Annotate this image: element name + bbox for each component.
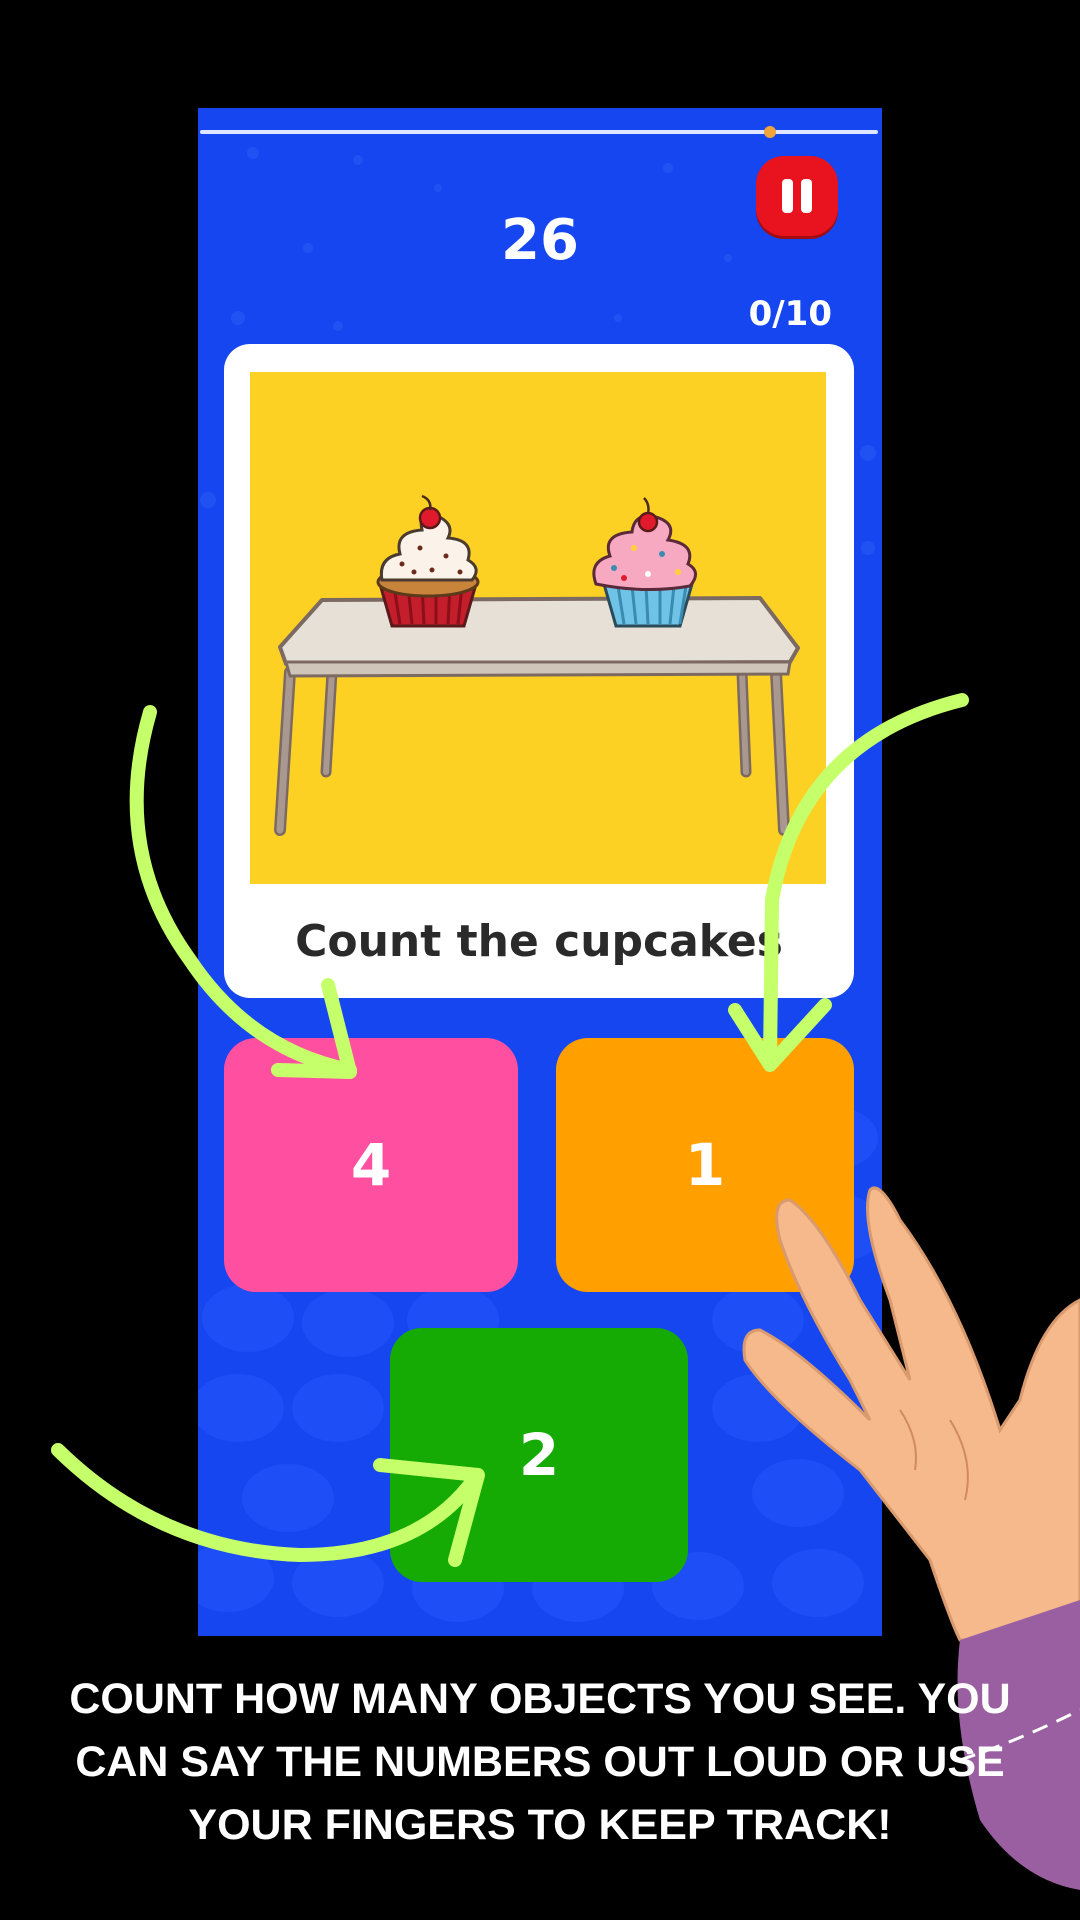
question-card: Count the cupcakes	[224, 344, 854, 998]
answer-label: 1	[684, 1131, 726, 1199]
instruction-caption: COUNT HOW MANY OBJECTS YOU SEE. YOU CAN …	[69, 1675, 1011, 1849]
promo-canvas: 26 0/10 Count the cupcakes 4 1 2 COUNT H…	[0, 0, 1080, 1920]
answer-option-b[interactable]: 1	[556, 1038, 854, 1292]
level-progress-bar	[200, 126, 878, 138]
answer-label: 4	[350, 1131, 392, 1199]
countdown-timer: 26	[501, 208, 579, 273]
answer-label: 2	[518, 1421, 560, 1489]
question-illustration	[250, 372, 826, 884]
answer-option-a[interactable]: 4	[224, 1038, 518, 1292]
question-prompt: Count the cupcakes	[295, 916, 783, 967]
game-screen: 26 0/10 Count the cupcakes 4 1 2	[198, 108, 882, 1636]
progress-marker	[763, 126, 776, 138]
cupcake-illustration	[592, 497, 697, 628]
answer-option-c[interactable]: 2	[390, 1328, 688, 1582]
score-counter: 0/10	[748, 294, 832, 334]
table-illustration	[274, 596, 800, 836]
cupcake-illustration	[376, 494, 480, 628]
